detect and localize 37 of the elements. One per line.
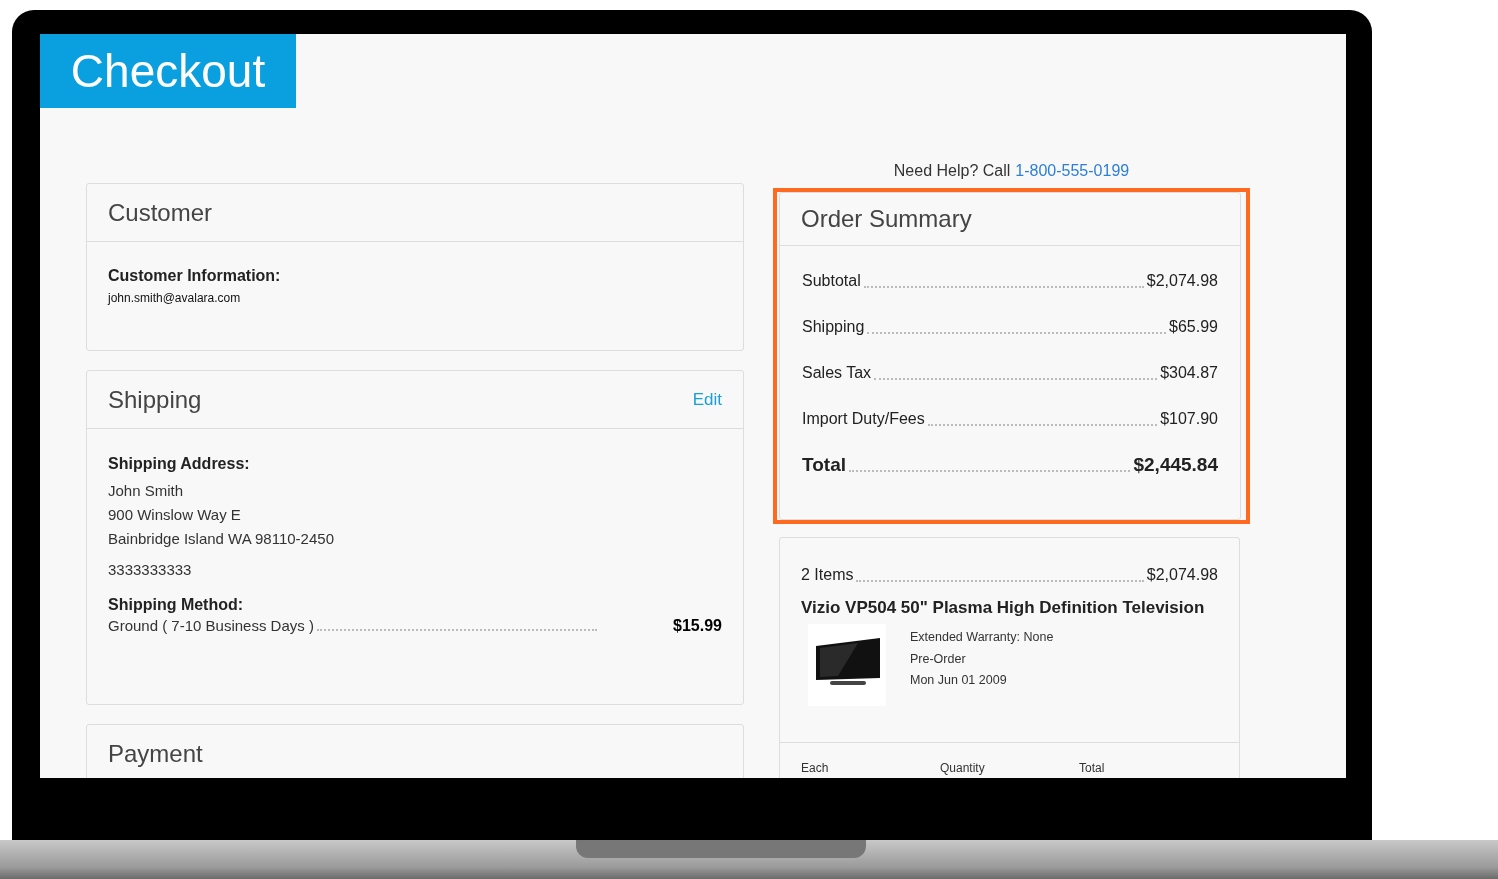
summary-amount: $2,445.84 bbox=[1133, 453, 1218, 477]
edit-link[interactable]: Edit bbox=[692, 389, 722, 410]
help-text: Need Help? Call bbox=[893, 162, 1011, 179]
product-detail: Extended Warranty: None bbox=[910, 629, 1054, 646]
shipping-price: $15.99 bbox=[673, 617, 722, 635]
panel-title: Customer bbox=[108, 198, 213, 227]
summary-amount: $65.99 bbox=[1169, 317, 1218, 337]
phone-link[interactable]: 1-800-555-0199 bbox=[1015, 162, 1130, 179]
summary-label: Shipping bbox=[802, 317, 865, 337]
field-label: Shipping Method: bbox=[108, 596, 245, 614]
address-line: 900 Winslow Way E bbox=[108, 505, 242, 525]
product-detail: Mon Jun 01 2009 bbox=[910, 672, 1008, 689]
summary-amount: $304.87 bbox=[1160, 363, 1218, 383]
field-label: Customer Information: bbox=[108, 267, 282, 285]
address-line: John Smith bbox=[108, 481, 185, 501]
phone-number: 3333333333 bbox=[108, 560, 193, 580]
panel-title: Payment bbox=[108, 739, 203, 768]
field-label: Shipping Address: bbox=[108, 455, 251, 473]
product-detail: Pre-Order bbox=[910, 650, 967, 668]
summary-amount: $107.90 bbox=[1160, 409, 1218, 429]
summary-label: Subtotal bbox=[802, 271, 861, 291]
summary-label: Total bbox=[802, 453, 846, 477]
column-header: Quantity bbox=[940, 761, 986, 775]
panel-title: Order Summary bbox=[801, 205, 972, 233]
summary-label: Sales Tax bbox=[802, 363, 872, 383]
item-count: 2 Items bbox=[801, 565, 854, 585]
column-header: Total bbox=[1079, 761, 1106, 775]
page-title: Checkout bbox=[40, 34, 296, 108]
address-line: Bainbridge Island WA 98110-2450 bbox=[108, 529, 335, 549]
customer-email: john.smith@avalara.com bbox=[108, 291, 242, 305]
product-name: Vizio VP504 50" Plasma High Definition Television bbox=[801, 598, 1206, 618]
summary-label: Import Duty/Fees bbox=[802, 409, 925, 429]
summary-amount: $2,074.98 bbox=[1146, 271, 1218, 291]
panel-title: Shipping bbox=[108, 385, 202, 414]
items-amount: $2,074.98 bbox=[1146, 565, 1218, 585]
shipping-method: Ground ( 7-10 Business Days ) bbox=[108, 616, 314, 636]
column-header: Each bbox=[801, 761, 830, 775]
